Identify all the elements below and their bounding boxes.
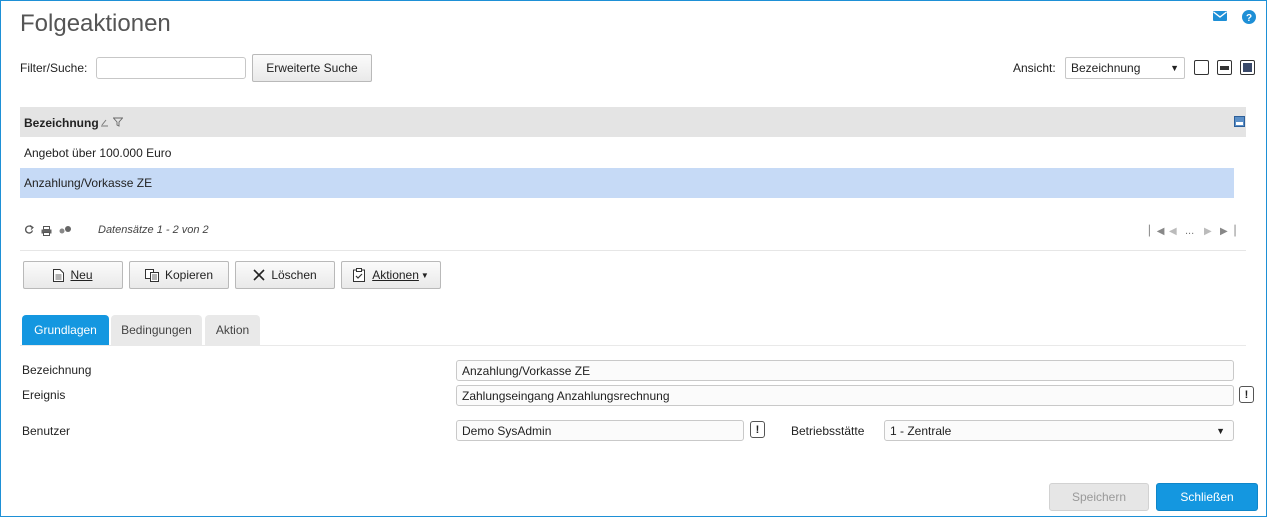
filter-label: Filter/Suche: (20, 61, 88, 75)
copy-icon (144, 268, 159, 282)
full-layout-icon (1243, 63, 1252, 72)
betriebsstaette-label: Betriebsstätte (791, 424, 865, 438)
bezeichnung-field[interactable]: Anzahlung/Vorkasse ZE (456, 360, 1234, 381)
column-header-bezeichnung[interactable]: Bezeichnung (24, 116, 99, 130)
filter-icon[interactable] (112, 116, 124, 130)
sort-icon[interactable] (100, 116, 109, 130)
tab-grundlagen[interactable]: Grundlagen (22, 315, 109, 345)
table-cell: Angebot über 100.000 Euro (24, 146, 172, 160)
betriebsstaette-value: 1 - Zentrale (890, 423, 952, 438)
divider (20, 250, 1246, 251)
dropdown-arrow-icon: ▼ (1216, 425, 1225, 436)
dropdown-arrow-icon: ▼ (1170, 63, 1179, 73)
bezeichnung-label: Bezeichnung (22, 363, 92, 377)
next-page-icon[interactable]: ▶ (1204, 226, 1212, 237)
divider (20, 345, 1246, 346)
save-button[interactable]: Speichern (1049, 483, 1149, 511)
prev-page-icon[interactable]: ◀ (1169, 226, 1177, 237)
svg-text:?: ? (1246, 13, 1252, 24)
tab-label: Grundlagen (34, 323, 97, 337)
table-cell: Anzahlung/Vorkasse ZE (24, 176, 153, 190)
benutzer-info-button[interactable]: ! (750, 421, 765, 438)
help-icon[interactable]: ? (1241, 9, 1257, 25)
filter-search-input[interactable] (96, 57, 246, 79)
export-icon[interactable] (1234, 116, 1245, 130)
delete-icon (253, 269, 265, 281)
benutzer-field[interactable]: Demo SysAdmin (456, 420, 744, 441)
ereignis-value: Zahlungseingang Anzahlungsrechnung (462, 388, 670, 403)
split-layout-icon (1220, 66, 1229, 70)
grid-header: Bezeichnung (20, 107, 1246, 137)
tab-label: Aktion (215, 323, 250, 337)
bezeichnung-value: Anzahlung/Vorkasse ZE (462, 363, 591, 378)
copy-button[interactable]: Kopieren (129, 261, 229, 289)
delete-button-label: Löschen (271, 268, 317, 282)
dropdown-arrow-icon: ▼ (420, 270, 429, 280)
refresh-icon[interactable] (24, 224, 34, 238)
last-page-icon[interactable]: ▶▕ (1220, 226, 1235, 237)
pager-ellipsis: ... (1185, 225, 1195, 237)
actions-button[interactable]: Aktionen ▼ (341, 261, 441, 289)
print-icon[interactable] (41, 225, 52, 239)
page-title: Folgeaktionen (20, 10, 171, 37)
table-row[interactable]: Angebot über 100.000 Euro (20, 138, 1234, 168)
benutzer-value: Demo SysAdmin (462, 423, 552, 438)
tab-label: Bedingungen (121, 323, 192, 337)
copy-button-label: Kopieren (164, 268, 214, 282)
mail-icon[interactable] (1212, 9, 1228, 25)
window-frame: Folgeaktionen ? Filter/Suche: Erweiterte… (0, 0, 1267, 517)
ereignis-info-button[interactable]: ! (1239, 386, 1254, 403)
view-layout-split-button[interactable] (1217, 60, 1232, 75)
view-layout-full-button[interactable] (1240, 60, 1255, 75)
first-page-icon[interactable]: ▏◀ (1149, 226, 1164, 237)
new-button[interactable]: Neu (23, 261, 123, 289)
view-select[interactable]: Bezeichnung ▼ (1065, 57, 1185, 79)
tab-aktion[interactable]: Aktion (205, 315, 260, 345)
view-select-value: Bezeichnung (1071, 61, 1141, 75)
settings-icon[interactable] (58, 224, 72, 238)
ereignis-label: Ereignis (22, 388, 66, 402)
delete-button[interactable]: Löschen (235, 261, 335, 289)
benutzer-label: Benutzer (22, 424, 71, 438)
record-count: Datensätze 1 - 2 von 2 (98, 224, 209, 236)
betriebsstaette-select[interactable]: 1 - Zentrale ▼ (884, 420, 1234, 441)
close-button[interactable]: Schließen (1156, 483, 1258, 511)
ereignis-field[interactable]: Zahlungseingang Anzahlungsrechnung (456, 385, 1234, 406)
view-label: Ansicht: (1013, 61, 1056, 75)
new-document-icon (53, 268, 65, 282)
tab-bedingungen[interactable]: Bedingungen (111, 315, 202, 345)
table-row-selected[interactable]: Anzahlung/Vorkasse ZE (20, 168, 1234, 198)
actions-icon (353, 268, 366, 282)
advanced-search-button[interactable]: Erweiterte Suche (252, 54, 372, 82)
new-button-label: Neu (70, 268, 93, 282)
actions-button-label: Aktionen (372, 268, 419, 282)
view-layout-single-button[interactable] (1194, 60, 1209, 75)
column-header-label: Bezeichnung (24, 116, 99, 130)
